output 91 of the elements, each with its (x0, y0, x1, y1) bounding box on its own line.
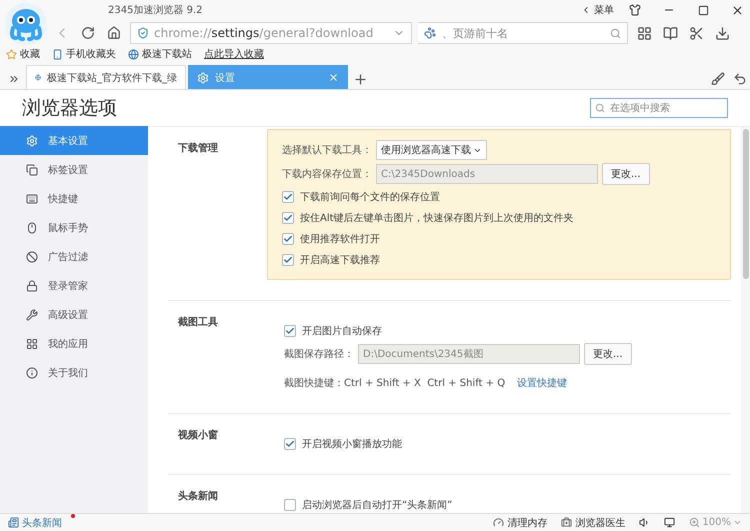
volume-icon (639, 517, 650, 528)
chevrons-icon (8, 73, 20, 85)
volume-button[interactable] (639, 517, 650, 528)
gear-icon (197, 72, 209, 84)
search-bar[interactable]: 、页游前十名 (418, 22, 628, 44)
page-title: 浏览器选项 (22, 96, 117, 121)
field-label: 选择默认下载工具： (282, 144, 372, 157)
change-button[interactable]: 更改... (584, 343, 632, 365)
bookmark-item[interactable]: 极速下载站 (128, 47, 192, 61)
star-icon (6, 48, 17, 60)
section-title: 截图工具 (177, 316, 219, 330)
wrench-icon (26, 308, 38, 320)
checkbox-option[interactable]: 使用推荐软件打开 (282, 230, 716, 248)
globe-icon (35, 72, 41, 83)
news-link[interactable]: 头条新闻 (8, 516, 480, 530)
medical-kit-icon (561, 517, 572, 528)
options-search-field[interactable]: 在选项中搜索 (590, 98, 728, 118)
checkbox[interactable] (282, 212, 294, 224)
brush-icon (711, 72, 725, 86)
download-icon (714, 26, 730, 40)
checkbox[interactable] (282, 233, 294, 245)
address-bar[interactable]: chrome://settings/general?download (130, 22, 412, 44)
status-button[interactable]: 清理内存 (493, 516, 548, 530)
status-button[interactable]: 浏览器医生 (561, 516, 626, 530)
checkbox-option[interactable]: 开启高速下载推荐 (282, 251, 716, 269)
search-icon (595, 103, 605, 113)
globe-icon (128, 48, 139, 60)
tabs-icon (26, 164, 38, 176)
checkbox-option[interactable]: 开启图片自动保存 (284, 322, 714, 340)
menu-button[interactable]: 菜单 (581, 3, 614, 17)
scissors-icon (688, 26, 704, 40)
bookmark-item[interactable]: 手机收藏夹 (52, 47, 116, 61)
shortcut-text: 截图快捷键：Ctrl + Shift + X Ctrl + Shift + Q (284, 376, 506, 390)
mouse-icon (26, 222, 38, 234)
sidebar-item[interactable]: 高级设置 (0, 300, 148, 329)
undo-icon (733, 72, 747, 86)
set-shortcut-link[interactable]: 设置快捷键 (517, 376, 568, 390)
section-title: 头条新闻 (177, 489, 219, 504)
monitor-icon (664, 517, 676, 528)
sidebar-item[interactable]: 基本设置 (0, 126, 148, 155)
sidebar-item[interactable]: 广告过滤 (0, 242, 148, 271)
shield-icon (137, 27, 149, 39)
home-icon (107, 26, 121, 40)
checkbox[interactable] (282, 254, 294, 266)
plus-icon (352, 72, 368, 86)
paw-icon (424, 27, 436, 39)
field-label: 下载内容保存位置： (282, 168, 372, 181)
zoom-icon (689, 517, 700, 528)
field-label: 截图保存路径： (284, 348, 354, 361)
grid-icon (636, 26, 652, 40)
sidebar-item[interactable]: 登录管家 (0, 271, 148, 300)
checkbox-option[interactable]: 启动浏览器后自动打开“头条新闻” (284, 496, 714, 514)
section-title: 下载管理 (177, 142, 219, 156)
ban-icon (26, 250, 38, 262)
reload-icon (81, 26, 95, 40)
maximize-icon (698, 4, 708, 16)
news-icon (8, 517, 19, 528)
shirt-icon (629, 4, 641, 16)
gauge-icon (493, 517, 504, 528)
keyboard-icon (26, 192, 38, 204)
search-icon (610, 28, 621, 38)
checkbox[interactable] (284, 325, 296, 337)
browser-tab[interactable]: 极速下载站_官方软件下载_绿 (26, 65, 186, 89)
caret-icon (733, 518, 742, 527)
sidebar-item[interactable]: 关于我们 (0, 358, 148, 387)
checkbox[interactable] (284, 438, 296, 450)
gear-icon (26, 134, 38, 146)
sidebar-item[interactable]: 标签设置 (0, 155, 148, 184)
checkbox-option[interactable]: 按住Alt键后左键单击图片，快速保存图片到上次使用的文件夹 (282, 209, 716, 227)
close-icon (730, 4, 744, 16)
book-icon (662, 26, 678, 40)
screen-button[interactable] (664, 517, 676, 528)
bookmark-item[interactable]: 点此导入收藏 (204, 47, 264, 61)
checkbox-option[interactable]: 开启视频小窗播放功能 (284, 435, 714, 453)
sidebar-item[interactable]: 鼠标手势 (0, 213, 148, 242)
window-title: 2345加速浏览器 9.2 (108, 4, 204, 17)
apps-icon (26, 338, 38, 350)
sidebar-item[interactable]: 快捷键 (0, 184, 148, 213)
checkbox[interactable] (284, 499, 296, 511)
scrollbar[interactable] (741, 127, 750, 513)
phone-icon (52, 48, 63, 60)
lock-icon (26, 280, 38, 292)
checkbox-option[interactable]: 下载前询问每个文件的保存位置 (282, 188, 716, 206)
change-button[interactable]: 更改... (602, 163, 650, 185)
sidebar-item[interactable]: 我的应用 (0, 329, 148, 358)
close-tab-icon[interactable] (328, 72, 339, 83)
bookmark-item[interactable]: 收藏 (6, 47, 40, 61)
download-tool-select[interactable]: 使用浏览器高速下载 (376, 140, 487, 160)
info-icon (26, 366, 38, 378)
section-title: 视频小窗 (176, 428, 219, 443)
checkbox[interactable] (282, 191, 294, 203)
